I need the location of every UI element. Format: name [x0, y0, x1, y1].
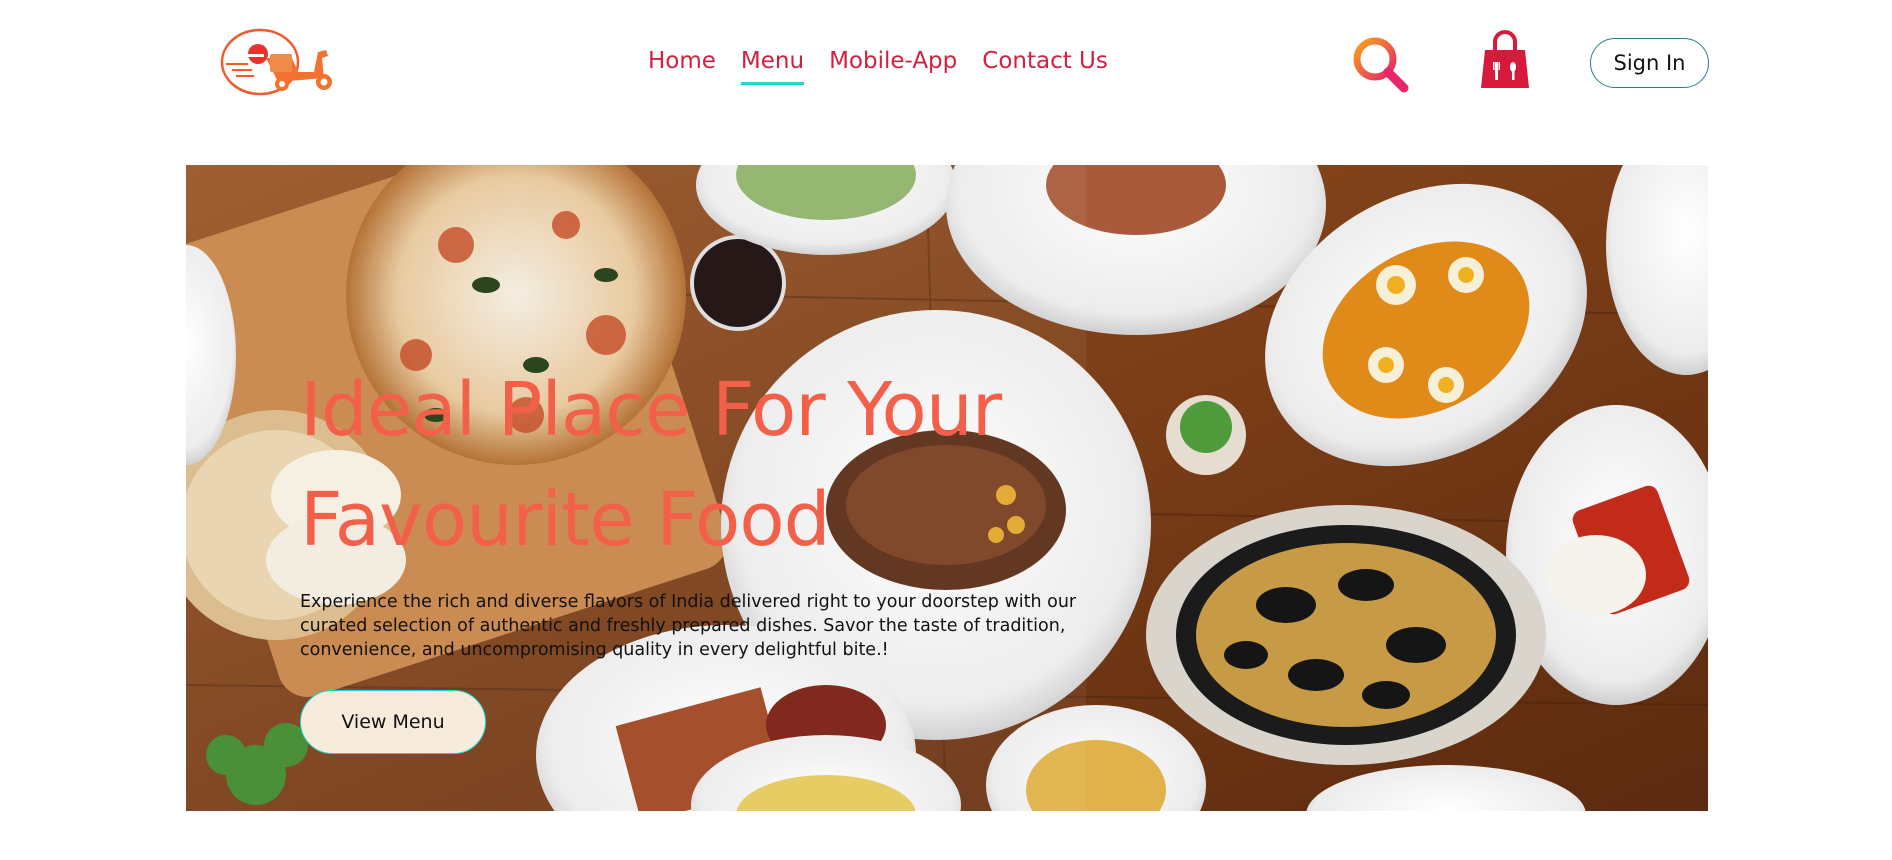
hero-title-line-2: Favourite Food	[300, 477, 831, 563]
shopping-bag-icon[interactable]	[1477, 30, 1533, 90]
sign-in-button[interactable]: Sign In	[1590, 38, 1709, 88]
search-icon[interactable]	[1350, 34, 1412, 96]
nav-contact-us[interactable]: Contact Us	[982, 44, 1108, 82]
hero-description-line-2: curated selection of authentic and fresh…	[300, 616, 1066, 636]
nav-menu[interactable]: Menu	[740, 44, 805, 85]
hero-banner: Ideal Place For Your Favourite Food Expe…	[186, 165, 1708, 811]
hero-title: Ideal Place For Your Favourite Food	[300, 355, 1300, 575]
main-nav: Home Menu Mobile-App Contact Us	[648, 44, 1108, 85]
hero-title-line-1: Ideal Place For Your	[300, 367, 1002, 453]
hero-description-line-1: Experience the rich and diverse flavors …	[300, 592, 1077, 612]
view-menu-button[interactable]: View Menu	[300, 690, 486, 754]
nav-home[interactable]: Home	[648, 44, 716, 82]
hero-description: Experience the rich and diverse flavors …	[300, 590, 1077, 662]
hero-description-line-3: convenience, and uncompromising quality …	[300, 640, 889, 660]
nav-mobile-app[interactable]: Mobile-App	[829, 44, 957, 82]
scooter-logo-icon[interactable]	[218, 28, 342, 98]
site-header: Home Menu Mobile-App Contact Us Sign In	[0, 0, 1892, 130]
